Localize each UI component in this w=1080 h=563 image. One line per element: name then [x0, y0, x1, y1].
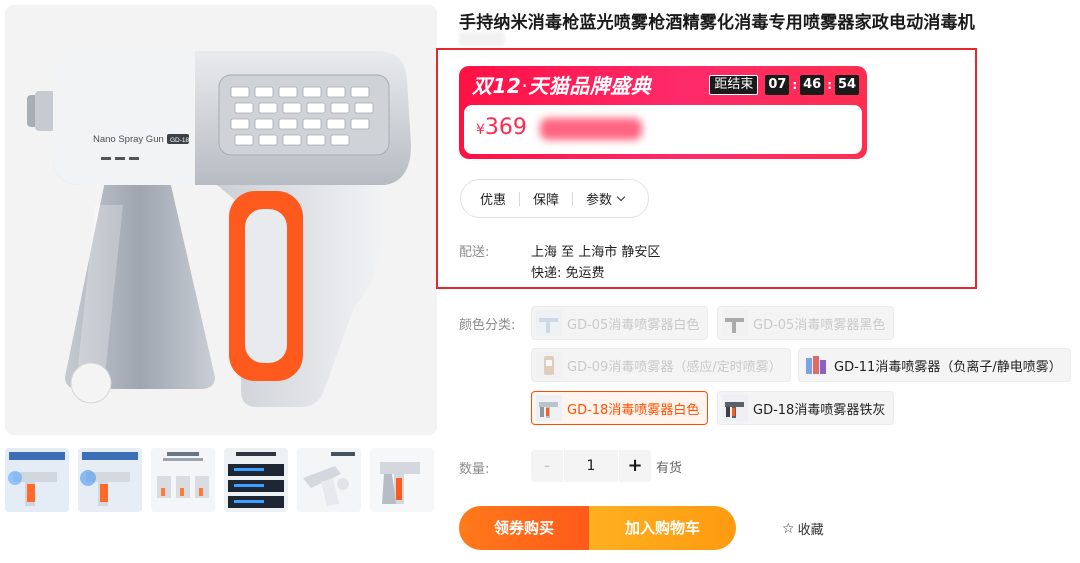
countdown-hours: 07: [765, 75, 790, 95]
thumbnail-2[interactable]: [78, 448, 142, 512]
thumbnail-3[interactable]: [151, 448, 215, 512]
delivery-label: 配送:: [459, 245, 490, 260]
spray-gun-thumb-icon: [722, 395, 748, 421]
promo-title: 双12·天猫品牌盛典: [472, 70, 651, 99]
coupon-buy-button[interactable]: 领券购买: [459, 506, 589, 550]
favorite-label: 收藏: [797, 523, 824, 538]
countdown-label: 距结束: [709, 75, 759, 95]
title-sub-badge: [459, 32, 505, 46]
countdown: 距结束 07 : 46 : 54: [709, 75, 859, 95]
price-box: ¥369: [464, 105, 862, 154]
currency-symbol: ¥: [476, 122, 485, 138]
quantity-decrement-button[interactable]: -: [531, 450, 563, 482]
main-product-image[interactable]: Nano Spray Gun GD-18: [5, 5, 437, 435]
price-blurred-region: [540, 118, 642, 140]
color-option-label: GD-09消毒喷雾器（感应/定时喷雾）: [567, 359, 782, 375]
tab-divider: [519, 191, 521, 206]
color-option-gd18-white[interactable]: GD-18消毒喷雾器白色: [531, 391, 709, 425]
thumbnail-4[interactable]: [224, 448, 288, 512]
product-title: 手持纳米消毒枪蓝光喷雾枪酒精雾化消毒专用喷雾器家政电动消毒机: [459, 13, 975, 33]
price-value: 369: [484, 115, 527, 140]
color-option-gd11[interactable]: GD-11消毒喷雾器（负离子/静电喷雾）: [798, 348, 1071, 382]
color-option-label: GD-11消毒喷雾器（负离子/静电喷雾）: [834, 359, 1062, 375]
stock-status: 有货: [656, 461, 683, 476]
countdown-minutes: 46: [800, 75, 825, 95]
tab-params[interactable]: 参数: [586, 189, 626, 208]
spray-gun-thumb-icon: [536, 310, 562, 336]
tab-guarantee[interactable]: 保障: [533, 189, 559, 208]
tab-discount[interactable]: 优惠: [480, 189, 506, 208]
add-to-cart-button[interactable]: 加入购物车: [589, 506, 736, 550]
delivery-destination[interactable]: 上海 至 上海市 静安区: [531, 241, 660, 260]
chevron-down-icon: [616, 192, 626, 202]
color-option-label: GD-18消毒喷雾器白色: [567, 402, 700, 418]
promo-title-rest: 天猫品牌盛典: [528, 74, 652, 98]
color-option-gd05-white[interactable]: GD-05消毒喷雾器白色: [531, 306, 709, 340]
promo-banner: 双12·天猫品牌盛典 距结束 07 : 46 : 54 ¥369: [459, 66, 867, 159]
tab-divider: [572, 191, 574, 206]
promo-title-main: 双12: [472, 74, 522, 98]
countdown-seconds: 54: [835, 75, 859, 95]
price: ¥369: [476, 115, 527, 140]
purchase-buttons: 领券购买 加入购物车: [459, 506, 736, 550]
thumbnail-6[interactable]: [370, 448, 434, 512]
spray-gun-illustration: Nano Spray Gun GD-18: [27, 51, 411, 407]
quantity-label: 数量:: [459, 462, 490, 477]
star-icon: ☆: [782, 520, 795, 537]
color-option-gd05-black[interactable]: GD-05消毒喷雾器黑色: [717, 306, 895, 340]
color-option-label: GD-18消毒喷雾器铁灰: [753, 402, 886, 418]
info-tabs: 优惠 保障 参数: [460, 179, 649, 218]
tab-params-label: 参数: [586, 193, 613, 208]
color-option-gd09[interactable]: GD-09消毒喷雾器（感应/定时喷雾）: [531, 348, 791, 382]
quantity-increment-button[interactable]: +: [619, 450, 651, 482]
color-option-label: GD-05消毒喷雾器白色: [567, 317, 700, 333]
spray-gun-thumb-icon: [722, 310, 748, 336]
thumbnail-strip: [5, 448, 434, 512]
sprayer-thumb-icon: [803, 352, 829, 378]
color-label: 颜色分类:: [459, 318, 516, 333]
delivery-fee: 快递: 免运费: [531, 266, 605, 281]
thumbnail-5[interactable]: [297, 448, 361, 512]
thumbnail-1[interactable]: [5, 448, 69, 512]
gun-label-text: Nano Spray Gun: [93, 134, 164, 145]
countdown-separator: :: [792, 78, 798, 92]
sprayer-thumb-icon: [536, 352, 562, 378]
quantity-stepper: - 1 +: [531, 450, 651, 482]
favorite-button[interactable]: ☆ 收藏: [782, 519, 824, 539]
color-option-gd18-gray[interactable]: GD-18消毒喷雾器铁灰: [717, 391, 895, 425]
countdown-separator: :: [827, 78, 832, 92]
gun-model-badge: GD-18: [170, 137, 190, 144]
color-option-label: GD-05消毒喷雾器黑色: [753, 317, 886, 333]
quantity-input[interactable]: 1: [563, 450, 619, 482]
spray-gun-thumb-icon: [536, 395, 562, 421]
